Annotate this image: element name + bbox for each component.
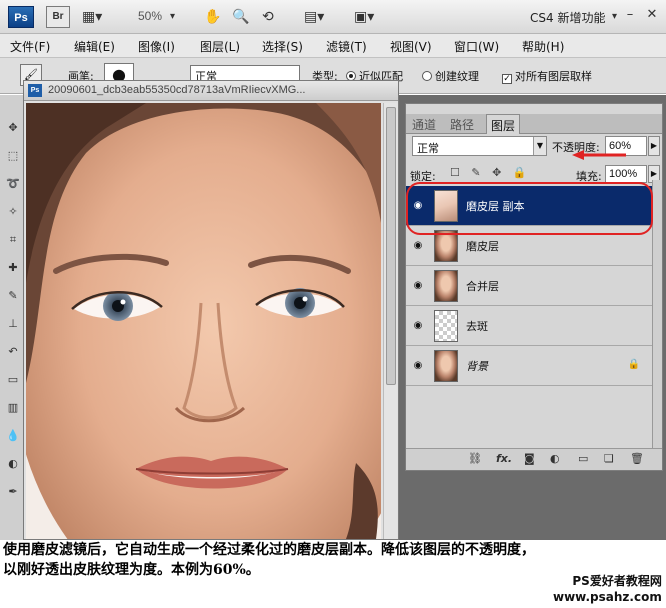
portrait-photo	[26, 103, 381, 539]
document-scrollbar[interactable]	[383, 103, 397, 539]
annotation-arrow	[572, 150, 626, 160]
menu-view[interactable]: 视图(V)	[390, 38, 432, 55]
lock-options[interactable]: ☐ ✎ ✥ 🔒	[450, 166, 530, 179]
menu-file[interactable]: 文件(F)	[10, 38, 50, 55]
caption-line-1: 使用磨皮滤镜后，它自动生成一个经过柔化过的磨皮层副本。降低该图层的不透明度，	[3, 542, 535, 558]
layer-name: 磨皮层	[466, 240, 499, 253]
layer-thumbnail	[434, 270, 458, 302]
layer-name: 合并层	[466, 280, 499, 293]
panel-tabs: 通道 路径 图层	[406, 114, 662, 134]
move-tool-icon[interactable]: ✥	[6, 121, 20, 135]
zoom-icon[interactable]: 🔍	[232, 8, 249, 26]
mask-icon[interactable]: ◙	[524, 452, 535, 465]
document-window: Ps 20090601_dcb3eab55350cd78713aVmRIiecv…	[23, 80, 399, 540]
zoom-dropdown-icon[interactable]: ▾	[170, 8, 175, 26]
pen-tool-icon[interactable]: ✒	[6, 485, 20, 499]
menu-layer[interactable]: 图层(L)	[200, 38, 240, 55]
menu-bar: 文件(F) 编辑(E) 图像(I) 图层(L) 选择(S) 滤镜(T) 视图(V…	[0, 34, 666, 58]
menu-help[interactable]: 帮助(H)	[522, 38, 564, 55]
photoshop-logo[interactable]: Ps	[8, 6, 34, 28]
eye-icon[interactable]: ◉	[410, 319, 426, 333]
link-icon[interactable]: ⛓	[468, 452, 482, 465]
marquee-tool-icon[interactable]: ⬚	[6, 149, 20, 163]
fx-icon[interactable]: fx.	[496, 452, 512, 465]
screen-icon[interactable]: ▣▾	[354, 8, 374, 26]
eye-icon[interactable]: ◉	[410, 279, 426, 293]
lock-icon: 🔒	[627, 359, 640, 370]
watermark-line-2: www.psahz.com	[553, 590, 662, 604]
hand-icon[interactable]: ✋	[204, 8, 221, 26]
highlight-oval	[406, 182, 653, 235]
eye-icon[interactable]: ◉	[410, 359, 426, 373]
opacity-slider-arrow-icon[interactable]: ▶	[648, 136, 660, 156]
document-scroll-thumb[interactable]	[386, 107, 396, 385]
watermark: PS爱好者教程网 www.psahz.com	[553, 573, 662, 605]
adjustment-icon[interactable]: ◐	[550, 452, 560, 465]
menu-select[interactable]: 选择(S)	[262, 38, 303, 55]
document-ps-icon: Ps	[28, 84, 42, 97]
minimize-icon[interactable]: –	[620, 5, 640, 25]
image-canvas[interactable]	[26, 103, 381, 539]
lasso-tool-icon[interactable]: ➰	[6, 177, 20, 191]
arrange-icon[interactable]: ▤▾	[304, 8, 324, 26]
close-icon[interactable]: ✕	[642, 5, 662, 25]
tab-channels[interactable]: 通道	[412, 116, 436, 133]
tab-paths[interactable]: 路径	[450, 116, 474, 133]
layer-thumbnail	[434, 350, 458, 382]
layer-thumbnail	[434, 310, 458, 342]
app-bar: Ps Br ▦▾ 50% ▾ ✋ 🔍 ⟲ ▤▾ ▣▾ CS4 新增功能 ▾ – …	[0, 0, 666, 34]
blend-mode-value: 正常	[417, 142, 439, 155]
document-title: 20090601_dcb3eab55350cd78713aVmRIiecvXMG…	[48, 84, 306, 96]
history-brush-icon[interactable]: ↶	[6, 345, 20, 359]
sample-all-label: 对所有图层取样	[515, 70, 592, 83]
layer-name: 去斑	[466, 320, 488, 333]
blend-dropdown-icon[interactable]: ▼	[533, 137, 546, 155]
new-layer-icon[interactable]: ❏	[604, 452, 614, 465]
delete-icon[interactable]: 🗑	[630, 452, 644, 465]
group-icon[interactable]: ▭	[578, 452, 588, 465]
layers-footer: ⛓ fx. ◙ ◐ ▭ ❏ 🗑	[406, 448, 662, 470]
layer-row[interactable]: ◉ 背景 🔒	[406, 346, 652, 386]
dodge-tool-icon[interactable]: ◐	[6, 457, 20, 471]
radio-texture-label: 创建纹理	[435, 70, 479, 83]
document-title-bar[interactable]: Ps 20090601_dcb3eab55350cd78713aVmRIiecv…	[24, 81, 398, 101]
blur-tool-icon[interactable]: 💧	[6, 429, 20, 443]
workspace-dropdown-icon[interactable]: ▾	[612, 8, 617, 26]
menu-filter[interactable]: 滤镜(T)	[326, 38, 367, 55]
tab-layers[interactable]: 图层	[486, 114, 521, 134]
zoom-level[interactable]: 50%	[138, 9, 162, 23]
layer-name: 背景	[466, 360, 488, 373]
watermark-line-1: PS爱好者教程网	[572, 574, 662, 588]
crop-tool-icon[interactable]: ⌗	[6, 233, 20, 247]
workspace-switcher[interactable]: CS4 新增功能	[530, 9, 605, 26]
brush-tool-icon-side[interactable]: ✎	[6, 289, 20, 303]
menu-edit[interactable]: 编辑(E)	[74, 38, 115, 55]
stamp-tool-icon[interactable]: ⊥	[6, 317, 20, 331]
healing-brush-icon[interactable]: ✚	[6, 261, 20, 275]
radio-create-texture[interactable]: 创建纹理	[422, 68, 479, 84]
layers-scrollbar[interactable]	[652, 180, 662, 448]
menu-image[interactable]: 图像(I)	[138, 38, 175, 55]
magic-wand-icon[interactable]: ✧	[6, 205, 20, 219]
gradient-tool-icon[interactable]: ▥	[6, 401, 20, 415]
sample-all-layers-checkbox[interactable]: ✓ 对所有图层取样	[502, 68, 592, 84]
eye-icon[interactable]: ◉	[410, 239, 426, 253]
eraser-tool-icon[interactable]: ▭	[6, 373, 20, 387]
layer-row[interactable]: ◉ 去斑	[406, 306, 652, 346]
layer-row[interactable]: ◉ 合并层	[406, 266, 652, 306]
rotate-view-icon[interactable]: ⟲	[262, 8, 274, 26]
menu-window[interactable]: 窗口(W)	[454, 38, 499, 55]
screen-mode-icon[interactable]: ▦▾	[82, 8, 102, 26]
blend-mode-select[interactable]: 正常 ▼	[412, 136, 547, 156]
bridge-button[interactable]: Br	[46, 6, 70, 28]
fill-input[interactable]: 100%	[605, 165, 647, 183]
